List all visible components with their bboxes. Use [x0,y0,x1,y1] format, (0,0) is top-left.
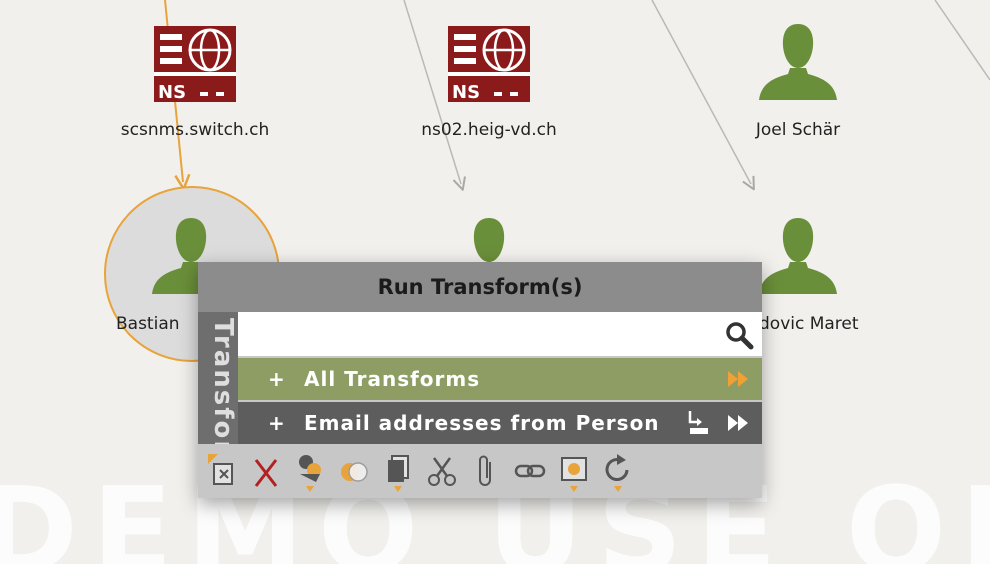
all-transforms-row[interactable]: + All Transforms [238,358,762,400]
bookmark-icon[interactable] [558,452,590,492]
transform-row-email-from-person[interactable]: + Email addresses from Person [238,402,762,444]
ns-server-icon: NS [448,26,530,102]
ns-server-icon: NS [154,26,236,102]
node-label: Joel Schär [755,120,841,140]
graph-canvas[interactable]: DEMO USE ONLY NS scsnms.switch.ch [0,0,990,564]
edge-offscreen-right[interactable] [934,0,990,81]
set-transform-icon[interactable] [686,402,712,444]
graph-node-ns-server[interactable]: NS ns02.heig-vd.ch [421,26,557,146]
person-icon [759,24,837,100]
run-icon[interactable] [726,402,752,444]
side-tab-label: Transforms [208,318,238,444]
merge-icon[interactable] [338,452,370,492]
attach-icon[interactable] [470,452,502,492]
node-label: dovic Maret [759,314,859,334]
search-icon[interactable] [724,320,754,350]
popup-title: Run Transform(s) [198,262,762,312]
add-entity-icon[interactable] [294,452,326,492]
popup-toolbar [198,446,762,498]
transforms-side-tab[interactable]: Transforms [198,312,238,444]
node-label: ns02.heig-vd.ch [421,120,557,140]
change-type-icon[interactable] [206,452,238,492]
expand-icon[interactable]: + [268,358,285,400]
transform-search-input[interactable] [238,312,708,356]
node-label: scsnms.switch.ch [120,120,270,140]
row-label: Email addresses from Person [304,411,660,435]
copy-icon[interactable] [382,452,414,492]
person-icon [759,218,837,294]
run-transforms-popup: Run Transform(s) Transforms + All Transf… [198,262,762,498]
refresh-icon[interactable] [602,452,634,492]
expand-icon[interactable]: + [268,402,285,444]
row-label: All Transforms [304,367,481,391]
graph-node-person[interactable]: dovic Maret [757,216,859,340]
ns-badge-text: NS [158,82,186,102]
graph-node-person[interactable]: Joel Schär [756,22,840,146]
cut-icon[interactable] [426,452,458,492]
link-icon[interactable] [514,452,546,492]
transform-search [238,312,762,356]
graph-node-ns-server[interactable]: NS scsnms.switch.ch [121,26,269,146]
delete-icon[interactable] [250,452,282,492]
edge-to-joel[interactable] [651,0,751,184]
run-all-icon[interactable] [726,358,752,400]
ns-badge-text: NS [452,82,480,102]
